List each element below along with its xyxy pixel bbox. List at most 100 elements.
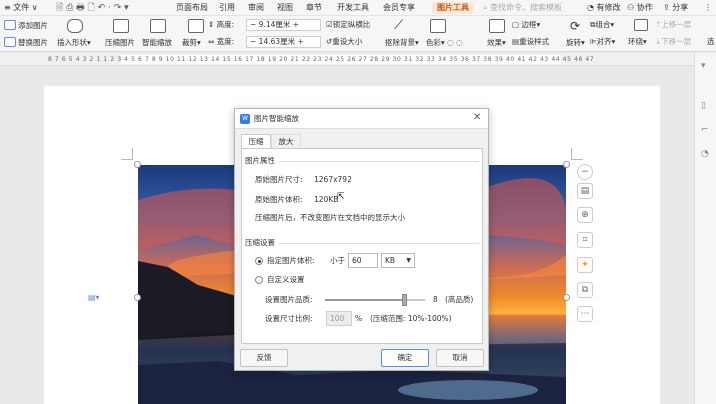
menu-member[interactable]: 会员专享 bbox=[383, 2, 415, 14]
rotate-label: 旋转 bbox=[566, 38, 581, 47]
color-button[interactable]: 色彩▾ ◌ ◌ bbox=[426, 38, 463, 48]
move-up-button[interactable]: ⇡上移一层 bbox=[655, 20, 691, 30]
menu-developer[interactable]: 开发工具 bbox=[337, 2, 369, 14]
share-button[interactable]: ⇪ 分享 bbox=[663, 2, 688, 14]
sidebar-help-icon[interactable]: ◔ bbox=[701, 149, 709, 159]
smart-zoom-icon bbox=[150, 19, 166, 33]
radio-custom[interactable] bbox=[255, 276, 263, 284]
smart-zoom-label: 智能缩放 bbox=[142, 38, 172, 47]
status-modified[interactable]: ◔ 有修改 bbox=[587, 2, 621, 14]
border-label: 边框 bbox=[521, 20, 537, 29]
horizontal-ruler[interactable]: 8 7 6 5 4 3 2 1 1 2 3 4 5 6 7 8 9 10 11 … bbox=[0, 53, 694, 66]
divider bbox=[279, 161, 479, 162]
replace-image-button[interactable]: 替换图片 bbox=[4, 37, 48, 48]
quality-slider-thumb[interactable] bbox=[402, 294, 407, 306]
tab-enlarge[interactable]: 放大 bbox=[271, 134, 301, 148]
ratio-unit: % bbox=[355, 314, 363, 323]
opt-volume-label: 指定图片体积: bbox=[267, 256, 315, 265]
share-icon: ⇪ bbox=[663, 3, 670, 12]
add-image-button[interactable]: 添加图片 bbox=[4, 20, 48, 31]
crop-tool-icon[interactable]: ⌗ bbox=[577, 232, 593, 248]
border-button[interactable]: ▢ 边框▾ bbox=[512, 20, 540, 30]
resize-handle-top-left[interactable] bbox=[134, 161, 141, 168]
color-icon bbox=[430, 19, 446, 33]
resize-handle-top-right[interactable] bbox=[563, 161, 570, 168]
menu-review[interactable]: 审阅 bbox=[248, 2, 264, 14]
copy-image-icon[interactable]: ⧉ bbox=[577, 282, 593, 298]
ratio-input[interactable]: 100 bbox=[326, 311, 352, 326]
image-layout-icon[interactable]: ▤ bbox=[577, 183, 593, 199]
menu-page-layout[interactable]: 页面布局 bbox=[176, 2, 208, 14]
volume-input[interactable]: 60 bbox=[348, 253, 378, 268]
reset-style-button[interactable]: ▤重设样式 bbox=[512, 37, 549, 47]
zoom-icon[interactable]: ⊕ bbox=[577, 207, 593, 223]
crop-button[interactable]: 裁剪▾ bbox=[182, 38, 201, 48]
width-input[interactable]: − 14.63厘米 + bbox=[246, 36, 321, 48]
compress-image-button[interactable]: 压缩图片 bbox=[105, 38, 135, 48]
remove-background-button[interactable]: 抠除背景▾ bbox=[385, 38, 419, 48]
search-icon: ⌕ bbox=[483, 3, 488, 12]
search-box[interactable]: ⌕ 查找命令、搜索模板 bbox=[483, 2, 562, 14]
combine-label: 组合 bbox=[595, 20, 611, 29]
effect-icon bbox=[489, 19, 505, 33]
quick-access-icons[interactable]: 🗎 ⎙ 🖶 🗋 ↶ · ↷ ▾ bbox=[56, 2, 129, 14]
unit-select[interactable]: KB ▼ bbox=[381, 253, 415, 268]
move-down-button[interactable]: ⇣下移一层 bbox=[655, 37, 691, 47]
remove-background-label: 抠除背景 bbox=[385, 38, 415, 47]
combine-button[interactable]: ⧉组合▾ bbox=[590, 20, 614, 30]
ok-button[interactable]: 确定 bbox=[381, 349, 429, 367]
insert-shape-button[interactable]: 插入形状▾ bbox=[57, 38, 91, 48]
sidebar-arrow-icon[interactable]: ▾ bbox=[701, 61, 706, 71]
orig-size-value: 1267x792 bbox=[314, 175, 352, 184]
cancel-button[interactable]: 取消 bbox=[436, 349, 484, 367]
reset-size-button[interactable]: ↺重设大小 bbox=[326, 37, 362, 47]
less-than-label: 小于 bbox=[330, 256, 345, 265]
more-icon[interactable]: ⋮ bbox=[704, 2, 712, 14]
divider bbox=[279, 243, 479, 244]
quality-slider[interactable] bbox=[325, 294, 425, 306]
lock-ratio-checkbox[interactable]: ☑锁定纵横比 bbox=[326, 20, 370, 30]
sidebar-page-icon[interactable]: ▯ bbox=[701, 101, 706, 111]
wrap-button[interactable]: 环绕▾ bbox=[628, 37, 647, 47]
rotate-button[interactable]: 旋转▾ bbox=[566, 38, 585, 48]
orig-volume-label: 原始图片体积: bbox=[255, 195, 303, 204]
add-image-label: 添加图片 bbox=[18, 21, 48, 30]
resize-handle-middle-right[interactable] bbox=[563, 294, 570, 301]
rotate-icon: ⟳ bbox=[570, 19, 581, 33]
height-input[interactable]: − 9.14厘米 + bbox=[246, 19, 321, 31]
select-button[interactable]: 选 bbox=[707, 37, 715, 47]
border-icon: ▢ bbox=[512, 20, 520, 29]
collapse-toolbar-icon[interactable]: − bbox=[577, 164, 593, 180]
ruler-ticks: 8 7 6 5 4 3 2 1 1 2 3 4 5 6 7 8 9 10 11 … bbox=[48, 56, 595, 63]
ratio-label: 设置尺寸比例: bbox=[265, 314, 313, 323]
menu-view[interactable]: 视图 bbox=[277, 2, 293, 14]
smart-zoom-dialog: W 图片智能缩放 ✕ 压缩 放大 图片属性 原始图片尺寸: 1267x792 原… bbox=[234, 108, 489, 371]
effect-button[interactable]: 效果▾ bbox=[487, 38, 506, 48]
replace-image-icon bbox=[4, 37, 16, 47]
wrap-label: 环绕 bbox=[628, 37, 643, 46]
menu-references[interactable]: 引用 bbox=[219, 2, 235, 14]
smart-zoom-button[interactable]: 智能缩放 bbox=[142, 38, 172, 48]
section-image-props: 图片属性 bbox=[245, 156, 275, 165]
image-icon bbox=[4, 20, 16, 30]
align-button[interactable]: ⊫对齐▾ bbox=[590, 37, 615, 47]
resize-handle-middle-left[interactable] bbox=[134, 294, 141, 301]
menu-picture-tools[interactable]: 图片工具 bbox=[432, 2, 474, 14]
sidebar-tool-icon[interactable]: ⌐ bbox=[701, 125, 709, 135]
width-label: ⇔ 宽度: bbox=[208, 37, 235, 46]
radio-specify-volume[interactable] bbox=[255, 257, 263, 265]
tab-compress[interactable]: 压缩 bbox=[241, 134, 271, 148]
ribbon: 添加图片 替换图片 插入形状▾ 压缩图片 智能缩放 裁剪▾ ⇕ 高度: − 9.… bbox=[0, 16, 716, 52]
quality-slider-fill bbox=[325, 299, 405, 301]
menu-chapter[interactable]: 章节 bbox=[306, 2, 322, 14]
more-options-icon[interactable]: ⋯ bbox=[577, 306, 593, 322]
close-icon[interactable]: ✕ bbox=[473, 112, 481, 124]
feedback-button[interactable]: 反馈 bbox=[240, 349, 288, 367]
insert-shape-label: 插入形状 bbox=[57, 38, 87, 47]
idea-icon[interactable]: ✦ bbox=[577, 257, 593, 273]
quality-value: 8 bbox=[433, 295, 438, 304]
layout-options-icon[interactable]: ▤▾ bbox=[88, 293, 100, 302]
collab-button[interactable]: ⚇ 协作 bbox=[627, 2, 653, 14]
color-label: 色彩 bbox=[426, 38, 441, 47]
file-menu[interactable]: ≡ 文件 ∨ bbox=[4, 2, 38, 14]
